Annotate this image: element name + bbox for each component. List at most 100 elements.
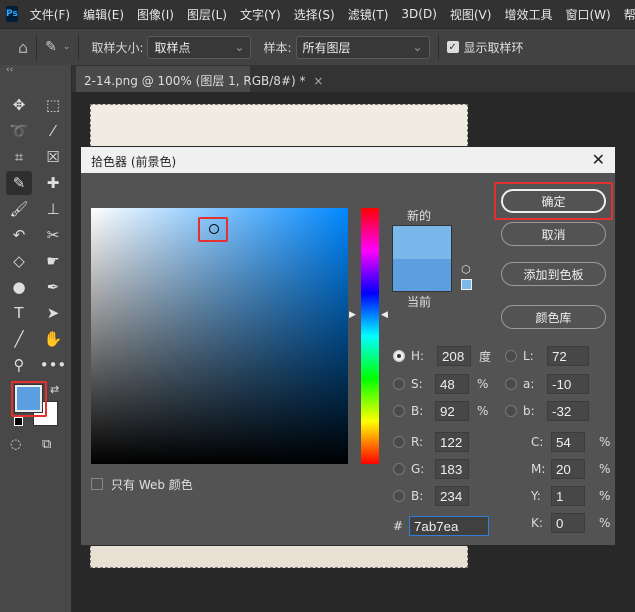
- cyan-input[interactable]: [551, 432, 585, 452]
- cancel-button[interactable]: 取消: [501, 222, 606, 246]
- menu-bar: Ps 文件(F) 编辑(E) 图像(I) 图层(L) 文字(Y) 选择(S) 滤…: [0, 0, 635, 28]
- document-tab[interactable]: 2-14.png @ 100% (图层 1, RGB/8#) * ×: [76, 66, 323, 92]
- lasso-tool-icon[interactable]: ➰: [6, 119, 32, 143]
- type-tool-icon[interactable]: T: [6, 301, 32, 325]
- path-selection-tool-icon[interactable]: ➤: [40, 301, 66, 325]
- healing-brush-tool-icon[interactable]: ✚: [40, 171, 66, 195]
- lab-a-input[interactable]: [547, 374, 589, 394]
- menu-3d[interactable]: 3D(D): [401, 7, 436, 21]
- marquee-tool-icon[interactable]: ⬚: [40, 93, 66, 117]
- sample-size-label: 取样大小:: [91, 40, 144, 55]
- sponge-tool-icon[interactable]: ●: [6, 275, 32, 299]
- eraser-tool-icon[interactable]: ✂: [40, 223, 66, 247]
- lab-l-input[interactable]: [547, 346, 589, 366]
- move-tool-icon[interactable]: ✥: [6, 93, 32, 117]
- lab-a-label: a:: [523, 377, 535, 391]
- quick-mask-icon[interactable]: ◌: [10, 437, 21, 452]
- menu-view[interactable]: 视图(V): [450, 6, 492, 23]
- saturation-radio[interactable]: [393, 378, 405, 390]
- cyan-unit: %: [599, 435, 611, 449]
- dialog-title: 拾色器 (前景色): [91, 155, 177, 169]
- zoom-tool-icon[interactable]: ⚲: [6, 353, 32, 377]
- magenta-row: M:%: [531, 459, 610, 479]
- brightness-unit: %: [477, 404, 489, 418]
- swap-colors-icon[interactable]: ⇄: [50, 383, 59, 396]
- current-color-swatch[interactable]: [392, 259, 452, 292]
- red-radio[interactable]: [393, 436, 405, 448]
- lab-l-radio[interactable]: [505, 350, 517, 362]
- brush-tool-icon[interactable]: 🖌: [6, 197, 32, 221]
- brightness-row: B:%: [393, 401, 488, 421]
- magenta-unit: %: [599, 462, 611, 476]
- hue-radio[interactable]: [393, 350, 405, 362]
- lab-b-radio[interactable]: [505, 405, 517, 417]
- menu-plugins[interactable]: 增效工具: [504, 6, 552, 23]
- menu-image[interactable]: 图像(I): [137, 6, 174, 23]
- web-only-checkbox[interactable]: [91, 478, 103, 490]
- smudge-tool-icon[interactable]: ☛: [40, 249, 66, 273]
- collapse-icon[interactable]: ‹‹: [6, 65, 13, 75]
- hue-input[interactable]: [437, 346, 471, 366]
- black-input[interactable]: [551, 513, 585, 533]
- ok-button[interactable]: 确定: [501, 189, 606, 213]
- pen-tool-icon[interactable]: ✒: [40, 275, 66, 299]
- eyedropper-tool-icon[interactable]: ✎: [6, 171, 32, 195]
- yellow-input[interactable]: [551, 486, 585, 506]
- default-colors-icon[interactable]: [14, 417, 23, 426]
- hue-slider-right-arrow[interactable]: ◀: [381, 310, 388, 320]
- lab-l-row: L:: [505, 346, 589, 366]
- color-field[interactable]: [91, 208, 348, 464]
- hex-input[interactable]: [409, 516, 489, 536]
- menu-type[interactable]: 文字(Y): [240, 6, 281, 23]
- blue-input[interactable]: [435, 486, 469, 506]
- eyedropper-icon[interactable]: ✎: [45, 39, 57, 55]
- brightness-input[interactable]: [435, 401, 469, 421]
- line-tool-icon[interactable]: ╱: [6, 327, 32, 351]
- brightness-radio[interactable]: [393, 405, 405, 417]
- add-to-swatches-button[interactable]: 添加到色板: [501, 262, 606, 286]
- green-radio[interactable]: [393, 463, 405, 475]
- menu-window[interactable]: 窗口(W): [565, 6, 610, 23]
- web-safe-color-swatch[interactable]: [461, 279, 472, 290]
- red-label: R:: [411, 435, 424, 449]
- stamp-tool-icon[interactable]: ⊥: [40, 197, 66, 221]
- home-icon[interactable]: ⌂: [18, 38, 28, 57]
- magic-wand-tool-icon[interactable]: ⁄: [40, 119, 66, 143]
- magenta-input[interactable]: [551, 459, 585, 479]
- more-tools-icon[interactable]: •••: [40, 353, 67, 377]
- show-ring-checkbox[interactable]: ✓: [446, 41, 459, 53]
- close-tab-icon[interactable]: ×: [313, 74, 323, 88]
- history-brush-tool-icon[interactable]: ↶: [6, 223, 32, 247]
- saturation-label: S:: [411, 377, 423, 391]
- menu-file[interactable]: 文件(F): [30, 6, 70, 23]
- menu-layer[interactable]: 图层(L): [187, 6, 227, 23]
- menu-help[interactable]: 帮助(H): [624, 6, 635, 23]
- crop-tool-icon[interactable]: ⌗: [6, 145, 32, 169]
- green-input[interactable]: [435, 459, 469, 479]
- current-color-label: 当前: [407, 295, 432, 309]
- cyan-label: C:: [531, 435, 544, 449]
- close-icon[interactable]: ✕: [592, 150, 605, 169]
- hand-tool-icon[interactable]: ✋: [40, 327, 66, 351]
- frame-tool-icon[interactable]: ☒: [40, 145, 66, 169]
- hue-slider[interactable]: [361, 208, 379, 464]
- menu-filter[interactable]: 滤镜(T): [348, 6, 389, 23]
- sample-size-select[interactable]: 取样点 ⌄: [147, 35, 252, 59]
- lab-b-label: b:: [523, 404, 535, 418]
- menu-edit[interactable]: 编辑(E): [83, 6, 124, 23]
- blue-radio[interactable]: [393, 490, 405, 502]
- paint-bucket-tool-icon[interactable]: ◇: [6, 249, 32, 273]
- chevron-down-icon[interactable]: ⌄: [63, 42, 71, 52]
- saturation-unit: %: [477, 377, 489, 391]
- saturation-input[interactable]: [435, 374, 469, 394]
- new-color-swatch: [392, 225, 452, 259]
- sample-select[interactable]: 所有图层 ⌄: [295, 35, 430, 59]
- color-libraries-button[interactable]: 颜色库: [501, 305, 606, 329]
- lab-b-input[interactable]: [547, 401, 589, 421]
- menu-select[interactable]: 选择(S): [294, 6, 335, 23]
- red-input[interactable]: [435, 432, 469, 452]
- screen-mode-icon[interactable]: ⧉: [42, 437, 51, 452]
- lab-a-radio[interactable]: [505, 378, 517, 390]
- sample-value: 所有图层: [302, 40, 351, 55]
- hue-slider-left-arrow[interactable]: ▶: [349, 310, 356, 320]
